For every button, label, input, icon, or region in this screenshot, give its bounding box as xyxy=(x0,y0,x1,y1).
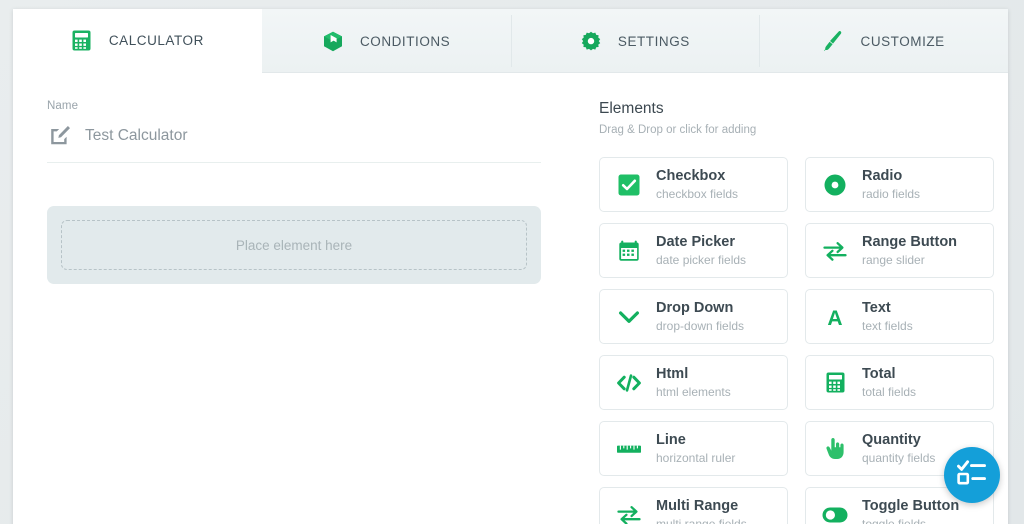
element-card-html[interactable]: Html html elements xyxy=(599,355,788,410)
element-card-text: Drop Down drop-down fields xyxy=(656,299,744,334)
elements-grid: Checkbox checkbox fields Radio radio fie… xyxy=(599,157,994,524)
element-subtitle: horizontal ruler xyxy=(656,450,736,465)
element-card-text-field[interactable]: A Text text fields xyxy=(805,289,994,344)
element-title: Multi Range xyxy=(656,497,739,514)
hand-pointer-icon xyxy=(822,436,848,462)
element-title: Toggle Button xyxy=(862,497,960,514)
calculator-name-field[interactable]: Test Calculator xyxy=(47,123,541,163)
ruler-icon xyxy=(616,436,642,462)
elements-panel-title: Elements xyxy=(599,100,664,117)
calculator-form-column: Name Test Calculator Place element here xyxy=(13,73,573,524)
element-card-text: Range Button range slider xyxy=(862,233,957,268)
element-title: Text xyxy=(862,299,891,316)
calculator-name-value: Test Calculator xyxy=(85,127,188,144)
element-card-total[interactable]: Total total fields xyxy=(805,355,994,410)
edit-pencil-icon xyxy=(47,123,73,149)
code-tags-icon xyxy=(616,370,642,396)
elements-panel-subtitle: Drag & Drop or click for adding xyxy=(599,124,757,136)
element-title: Total xyxy=(862,365,896,382)
svg-text:A: A xyxy=(827,307,842,328)
tab-settings-label: SETTINGS xyxy=(617,33,690,49)
element-card-drop-down[interactable]: Drop Down drop-down fields xyxy=(599,289,788,344)
tasks-fab-button[interactable] xyxy=(944,447,1000,503)
element-title: Line xyxy=(656,431,686,448)
toggle-on-icon xyxy=(822,502,848,524)
main-tab-bar: CALCULATOR CONDITIONS SETTINGS CUSTOMIZE xyxy=(13,9,1008,73)
calculator-builder-panel: CALCULATOR CONDITIONS SETTINGS CUSTOMIZE… xyxy=(13,9,1008,524)
tab-conditions[interactable]: CONDITIONS xyxy=(262,9,511,73)
element-card-text: Checkbox checkbox fields xyxy=(656,167,738,202)
element-title: Html xyxy=(656,365,689,382)
element-dropzone-inner: Place element here xyxy=(61,220,527,270)
paintbrush-icon xyxy=(823,30,845,52)
element-card-text: Quantity quantity fields xyxy=(862,431,935,466)
name-field-label: Name xyxy=(47,100,79,112)
element-title: Checkbox xyxy=(656,167,726,184)
element-card-text: Html html elements xyxy=(656,365,731,400)
element-card-range-button[interactable]: Range Button range slider xyxy=(805,223,994,278)
calendar-icon xyxy=(616,238,642,264)
element-subtitle: drop-down fields xyxy=(656,318,745,333)
tab-content-calculator: Name Test Calculator Place element here … xyxy=(13,73,1008,524)
element-card-radio[interactable]: Radio radio fields xyxy=(805,157,994,212)
element-subtitle: total fields xyxy=(862,384,917,399)
tab-calculator[interactable]: CALCULATOR xyxy=(13,9,262,73)
letter-a-icon: A xyxy=(822,304,848,330)
element-card-date-picker[interactable]: Date Picker date picker fields xyxy=(599,223,788,278)
element-card-text: Radio radio fields xyxy=(862,167,920,202)
checkbox-icon xyxy=(616,172,642,198)
element-subtitle: radio fields xyxy=(862,186,921,201)
exchange-arrows-icon xyxy=(616,502,642,524)
element-card-text: Date Picker date picker fields xyxy=(656,233,746,268)
element-card-line[interactable]: Line horizontal ruler xyxy=(599,421,788,476)
tasks-checklist-icon xyxy=(957,459,987,491)
gear-icon xyxy=(580,30,602,52)
element-subtitle: multi range fields xyxy=(656,516,747,524)
element-card-multi-range[interactable]: Multi Range multi range fields xyxy=(599,487,788,524)
element-subtitle: checkbox fields xyxy=(656,186,739,201)
exchange-arrows-icon xyxy=(822,238,848,264)
tab-customize[interactable]: CUSTOMIZE xyxy=(759,9,1008,73)
element-subtitle: range slider xyxy=(862,252,925,267)
calculator-icon xyxy=(822,370,848,396)
element-title: Quantity xyxy=(862,431,921,448)
radio-icon xyxy=(822,172,848,198)
element-card-text: Line horizontal ruler xyxy=(656,431,735,466)
elements-panel: Elements Drag & Drop or click for adding… xyxy=(573,73,1008,524)
element-card-text: Toggle Button toggle fields xyxy=(862,497,959,524)
element-subtitle: date picker fields xyxy=(656,252,747,267)
element-card-text: Text text fields xyxy=(862,299,913,334)
tab-conditions-label: CONDITIONS xyxy=(359,33,451,49)
element-subtitle: text fields xyxy=(862,318,913,333)
element-dropzone[interactable]: Place element here xyxy=(47,206,541,284)
chevron-down-icon xyxy=(616,304,642,330)
calculator-icon xyxy=(71,30,93,52)
cube-icon xyxy=(322,30,344,52)
element-subtitle: toggle fields xyxy=(862,516,927,524)
element-title: Drop Down xyxy=(656,299,734,316)
element-card-checkbox[interactable]: Checkbox checkbox fields xyxy=(599,157,788,212)
element-title: Range Button xyxy=(862,233,958,250)
element-card-text: Multi Range multi range fields xyxy=(656,497,747,524)
element-subtitle: quantity fields xyxy=(862,450,936,465)
tab-calculator-label: CALCULATOR xyxy=(108,33,204,48)
element-card-text: Total total fields xyxy=(862,365,916,400)
element-subtitle: html elements xyxy=(656,384,731,399)
tab-settings[interactable]: SETTINGS xyxy=(510,9,760,73)
element-dropzone-label: Place element here xyxy=(235,237,353,253)
element-title: Radio xyxy=(862,167,903,184)
element-title: Date Picker xyxy=(656,233,735,250)
tab-customize-label: CUSTOMIZE xyxy=(860,33,945,49)
